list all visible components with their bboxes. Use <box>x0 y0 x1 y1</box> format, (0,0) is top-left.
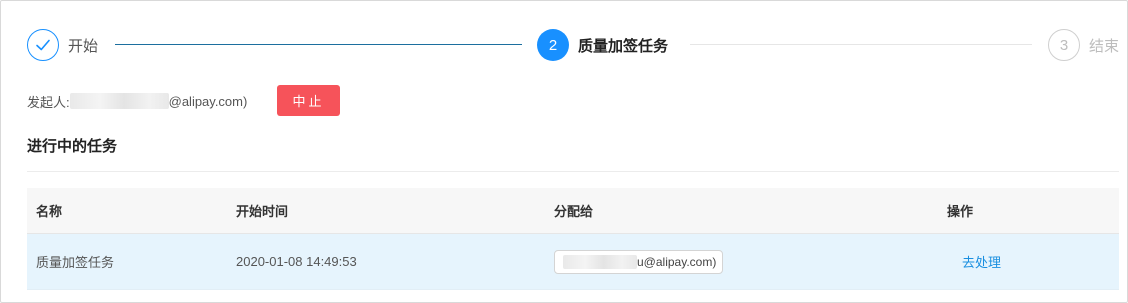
column-header-action: 操作 <box>947 204 974 219</box>
step-start: 开始 <box>27 28 98 62</box>
divider <box>27 171 1119 172</box>
tasks-table: 名称 开始时间 分配给 操作 质量加签任务 2020-01-08 14:49:5… <box>27 188 1119 290</box>
step-connector-wait <box>690 44 1032 45</box>
column-header-start-time: 开始时间 <box>236 204 289 219</box>
step-quality-task-label: 质量加签任务 <box>578 37 669 55</box>
step-end-label: 结束 <box>1089 37 1120 55</box>
step-number-2: 2 <box>537 29 569 61</box>
step-start-label: 开始 <box>68 37 99 55</box>
column-header-name: 名称 <box>36 204 63 219</box>
table-row: 质量加签任务 2020-01-08 14:49:53 u@alipay.com)… <box>27 234 1119 290</box>
step-end: 3 结束 <box>1048 28 1119 62</box>
task-name: 质量加签任务 <box>36 255 115 270</box>
step-quality-task: 2 质量加签任务 <box>537 28 668 62</box>
initiator-email: @alipay.com) <box>168 93 248 109</box>
section-title: 进行中的任务 <box>27 138 118 155</box>
stop-button[interactable]: 中止 <box>277 85 340 116</box>
action-cell: 去处理 <box>947 252 1001 271</box>
redacted-name <box>69 93 169 109</box>
column-header-assignee: 分配给 <box>554 204 594 219</box>
process-link[interactable]: 去处理 <box>962 255 1001 270</box>
step-number-3: 3 <box>1048 29 1080 61</box>
initiator-info: 发起人: @alipay.com) <box>27 91 247 111</box>
check-icon <box>27 29 59 61</box>
task-start-time: 2020-01-08 14:49:53 <box>236 254 357 269</box>
assignee-email: u@alipay.com) <box>637 254 717 269</box>
assignee-tag: u@alipay.com) <box>554 249 724 274</box>
step-connector-done <box>115 44 522 45</box>
initiator-label: 发起人: <box>27 94 70 110</box>
progress-steps: 开始 2 质量加签任务 3 结束 <box>27 28 1122 62</box>
redacted-assignee <box>563 254 637 269</box>
table-header: 名称 开始时间 分配给 操作 <box>27 188 1119 234</box>
